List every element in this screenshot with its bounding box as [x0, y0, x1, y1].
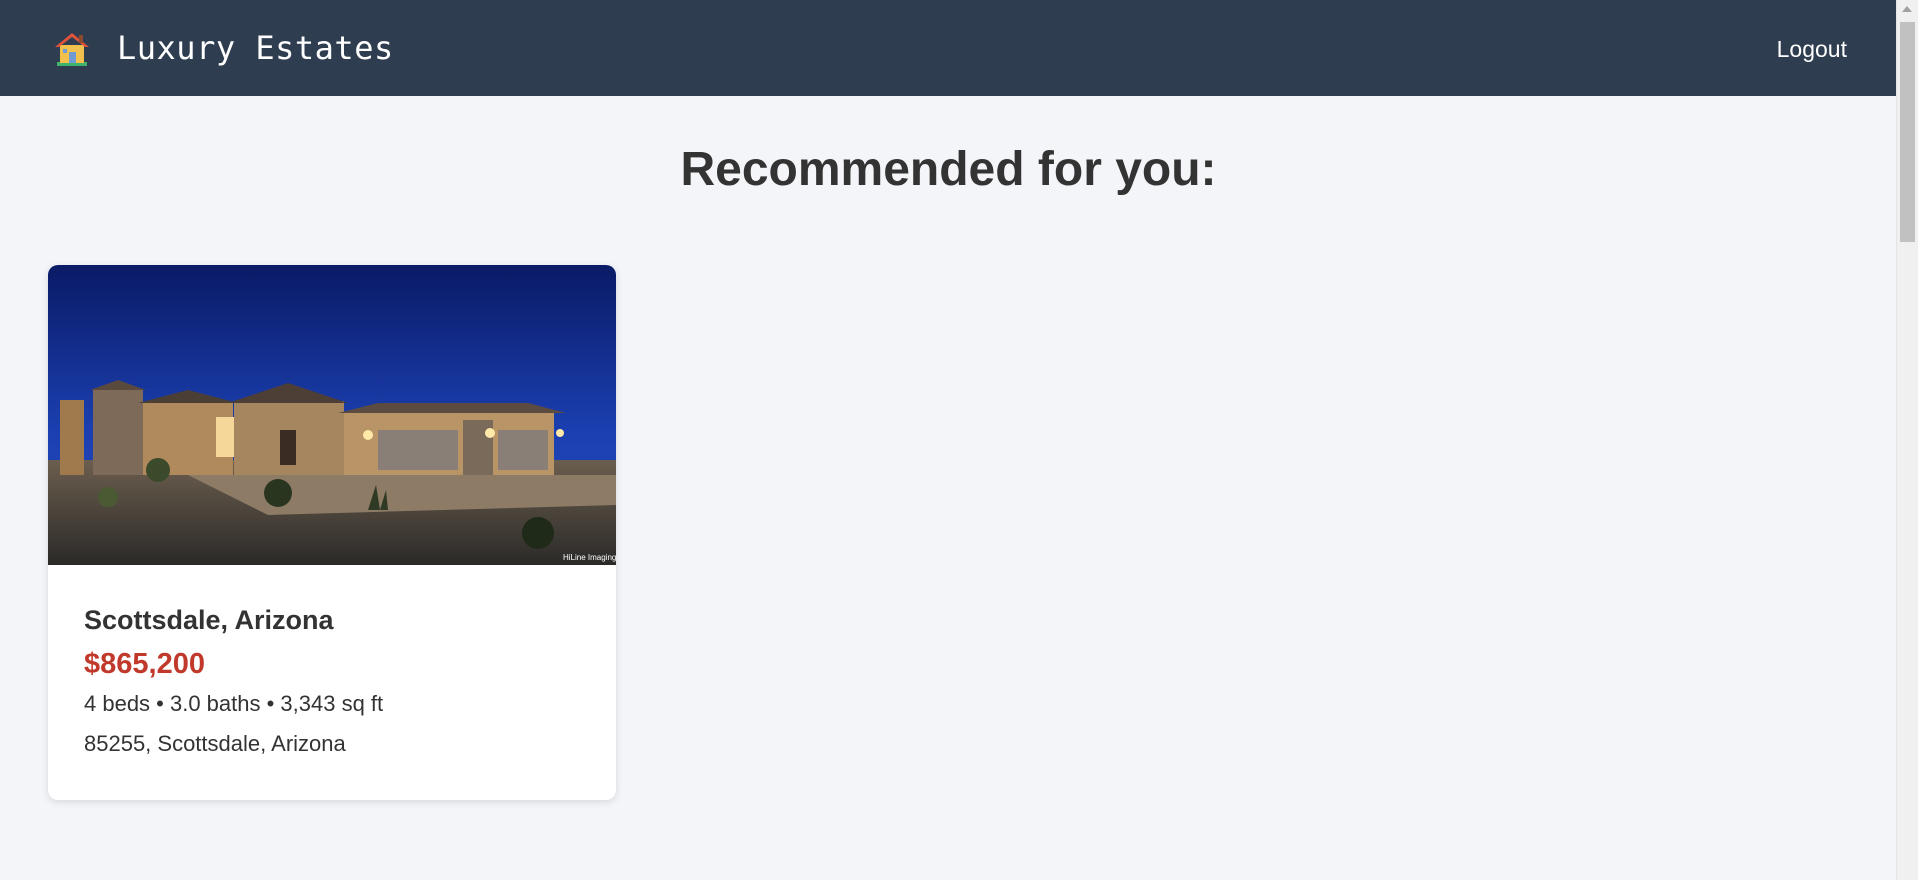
scroll-thumb[interactable]	[1900, 22, 1915, 242]
vertical-scrollbar[interactable]	[1896, 0, 1918, 880]
scroll-up-arrow-icon[interactable]	[1902, 6, 1912, 12]
brand[interactable]: Luxury Estates	[53, 30, 394, 66]
listing-details: 4 beds • 3.0 baths • 3,343 sq ft	[84, 691, 384, 716]
page: Luxury Estates Logout Recommended for yo…	[0, 0, 1918, 880]
listing-image: HiLine Imaging	[48, 265, 616, 565]
logout-button[interactable]: Logout	[1777, 36, 1847, 63]
listing-price: $865,200	[84, 648, 205, 680]
listing-card-body: Scottsdale, Arizona $865,200 4 beds • 3.…	[84, 605, 383, 757]
listing-address: 85255, Scottsdale, Arizona	[84, 731, 346, 756]
brand-name: Luxury Estates	[117, 29, 394, 67]
listing-location: Scottsdale, Arizona	[84, 605, 334, 635]
listing-card[interactable]: HiLine Imaging Scottsdale, Arizona $865,…	[48, 265, 616, 800]
page-title: Recommended for you:	[680, 143, 1217, 196]
house-icon	[53, 30, 91, 66]
image-credit: HiLine Imaging	[563, 553, 616, 562]
top-navbar: Luxury Estates Logout	[0, 0, 1897, 96]
